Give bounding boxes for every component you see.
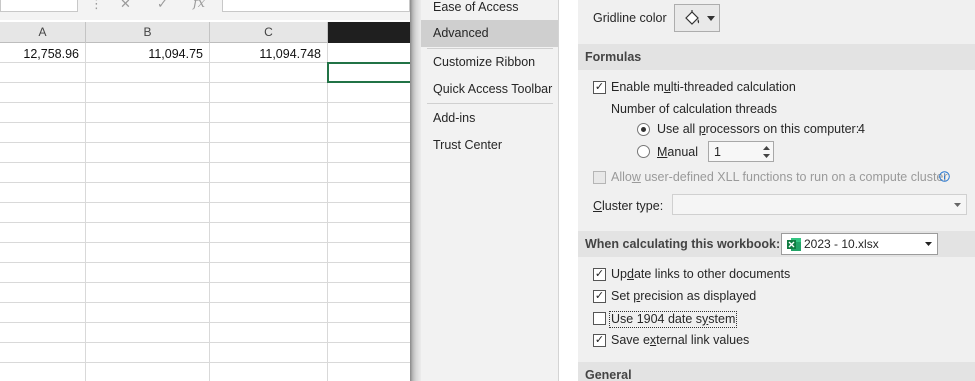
manual-threads-value: 1: [714, 145, 721, 159]
paint-bucket-icon: [685, 10, 700, 25]
chevron-down-icon: [925, 242, 932, 246]
column-header-a[interactable]: A: [0, 22, 86, 43]
cluster-type-select: [672, 194, 967, 215]
column-header-b[interactable]: B: [86, 22, 210, 43]
date1904-label: Use 1904 date system: [609, 311, 738, 328]
multithread-label: Enable multi-threaded calculation: [611, 80, 796, 94]
formulas-section-header: Formulas: [578, 44, 975, 70]
xll-cluster-label: Allow user-defined XLL functions to run …: [611, 170, 948, 184]
update-links-checkbox[interactable]: ✓: [593, 268, 606, 281]
chevron-down-icon: [707, 16, 715, 21]
general-section-header: General: [578, 362, 975, 381]
options-navigation: Ease of Access Advanced Customize Ribbon…: [421, 0, 559, 381]
threads-label: Number of calculation threads: [611, 102, 778, 116]
processor-count: 4: [858, 122, 865, 136]
workbook-select[interactable]: 2023 - 10.xlsx: [781, 233, 938, 255]
all-processors-radio[interactable]: [637, 123, 650, 136]
insert-function-icon[interactable]: fx: [193, 0, 205, 11]
formula-input[interactable]: [222, 0, 410, 12]
dialog-border: [410, 0, 421, 381]
nav-item-ease-of-access[interactable]: Ease of Access: [421, 0, 558, 21]
advanced-options-panel: Gridline color Formulas ✓ Enable multi-t…: [578, 0, 975, 381]
xll-cluster-checkbox: [593, 171, 606, 184]
cell-grid[interactable]: 12,758.96 11,094.75 11,094.748: [0, 43, 410, 381]
formula-bar: ⋮ ✕ ✓ fx: [0, 0, 410, 20]
cancel-icon[interactable]: ✕: [120, 0, 131, 12]
dialog-gutter: [560, 0, 578, 381]
multithread-checkbox[interactable]: ✓: [593, 81, 606, 94]
nav-separator: [427, 103, 553, 104]
update-links-label: Update links to other documents: [611, 267, 791, 281]
cell-c1[interactable]: 11,094.748: [210, 45, 327, 63]
confirm-icon[interactable]: ✓: [157, 0, 168, 12]
nav-item-advanced[interactable]: Advanced: [421, 20, 558, 47]
active-cell-selection[interactable]: [327, 62, 410, 83]
cluster-type-label: Cluster type:: [593, 199, 664, 213]
precision-checkbox[interactable]: ✓: [593, 290, 606, 303]
all-processors-label: Use all processors on this computer:: [657, 122, 860, 136]
workbook-name: 2023 - 10.xlsx: [804, 237, 879, 251]
nav-item-trust-center[interactable]: Trust Center: [421, 132, 558, 159]
manual-threads-spinner[interactable]: 1: [708, 141, 774, 162]
gridline-color-label: Gridline color: [593, 11, 667, 25]
nav-item-customize-ribbon[interactable]: Customize Ribbon: [421, 49, 558, 76]
spreadsheet-area: ⋮ ✕ ✓ fx A B C 12,758.96 11,094.75 11,09…: [0, 0, 410, 381]
name-box[interactable]: [0, 0, 78, 12]
spinner-arrows-icon[interactable]: [763, 146, 770, 158]
nav-item-quick-access-toolbar[interactable]: Quick Access Toolbar: [421, 76, 558, 103]
chevron-down-icon: [954, 203, 961, 207]
column-header-d[interactable]: [328, 22, 410, 43]
precision-label: Set precision as displayed: [611, 289, 757, 303]
column-headers: A B C: [0, 22, 410, 43]
manual-label: Manual: [657, 145, 699, 159]
cell-a1[interactable]: 12,758.96: [0, 45, 85, 63]
date1904-checkbox[interactable]: [593, 312, 606, 325]
column-header-c[interactable]: C: [210, 22, 328, 43]
nav-item-add-ins[interactable]: Add-ins: [421, 105, 558, 132]
gridline-color-button[interactable]: [674, 4, 720, 32]
cell-b1[interactable]: 11,094.75: [86, 45, 209, 63]
save-links-checkbox[interactable]: ✓: [593, 334, 606, 347]
excel-file-icon: [787, 238, 801, 251]
manual-threads-radio[interactable]: [637, 145, 650, 158]
save-links-label: Save external link values: [611, 333, 750, 347]
info-icon[interactable]: [939, 171, 950, 182]
formula-bar-more-icon[interactable]: ⋮: [90, 0, 103, 12]
